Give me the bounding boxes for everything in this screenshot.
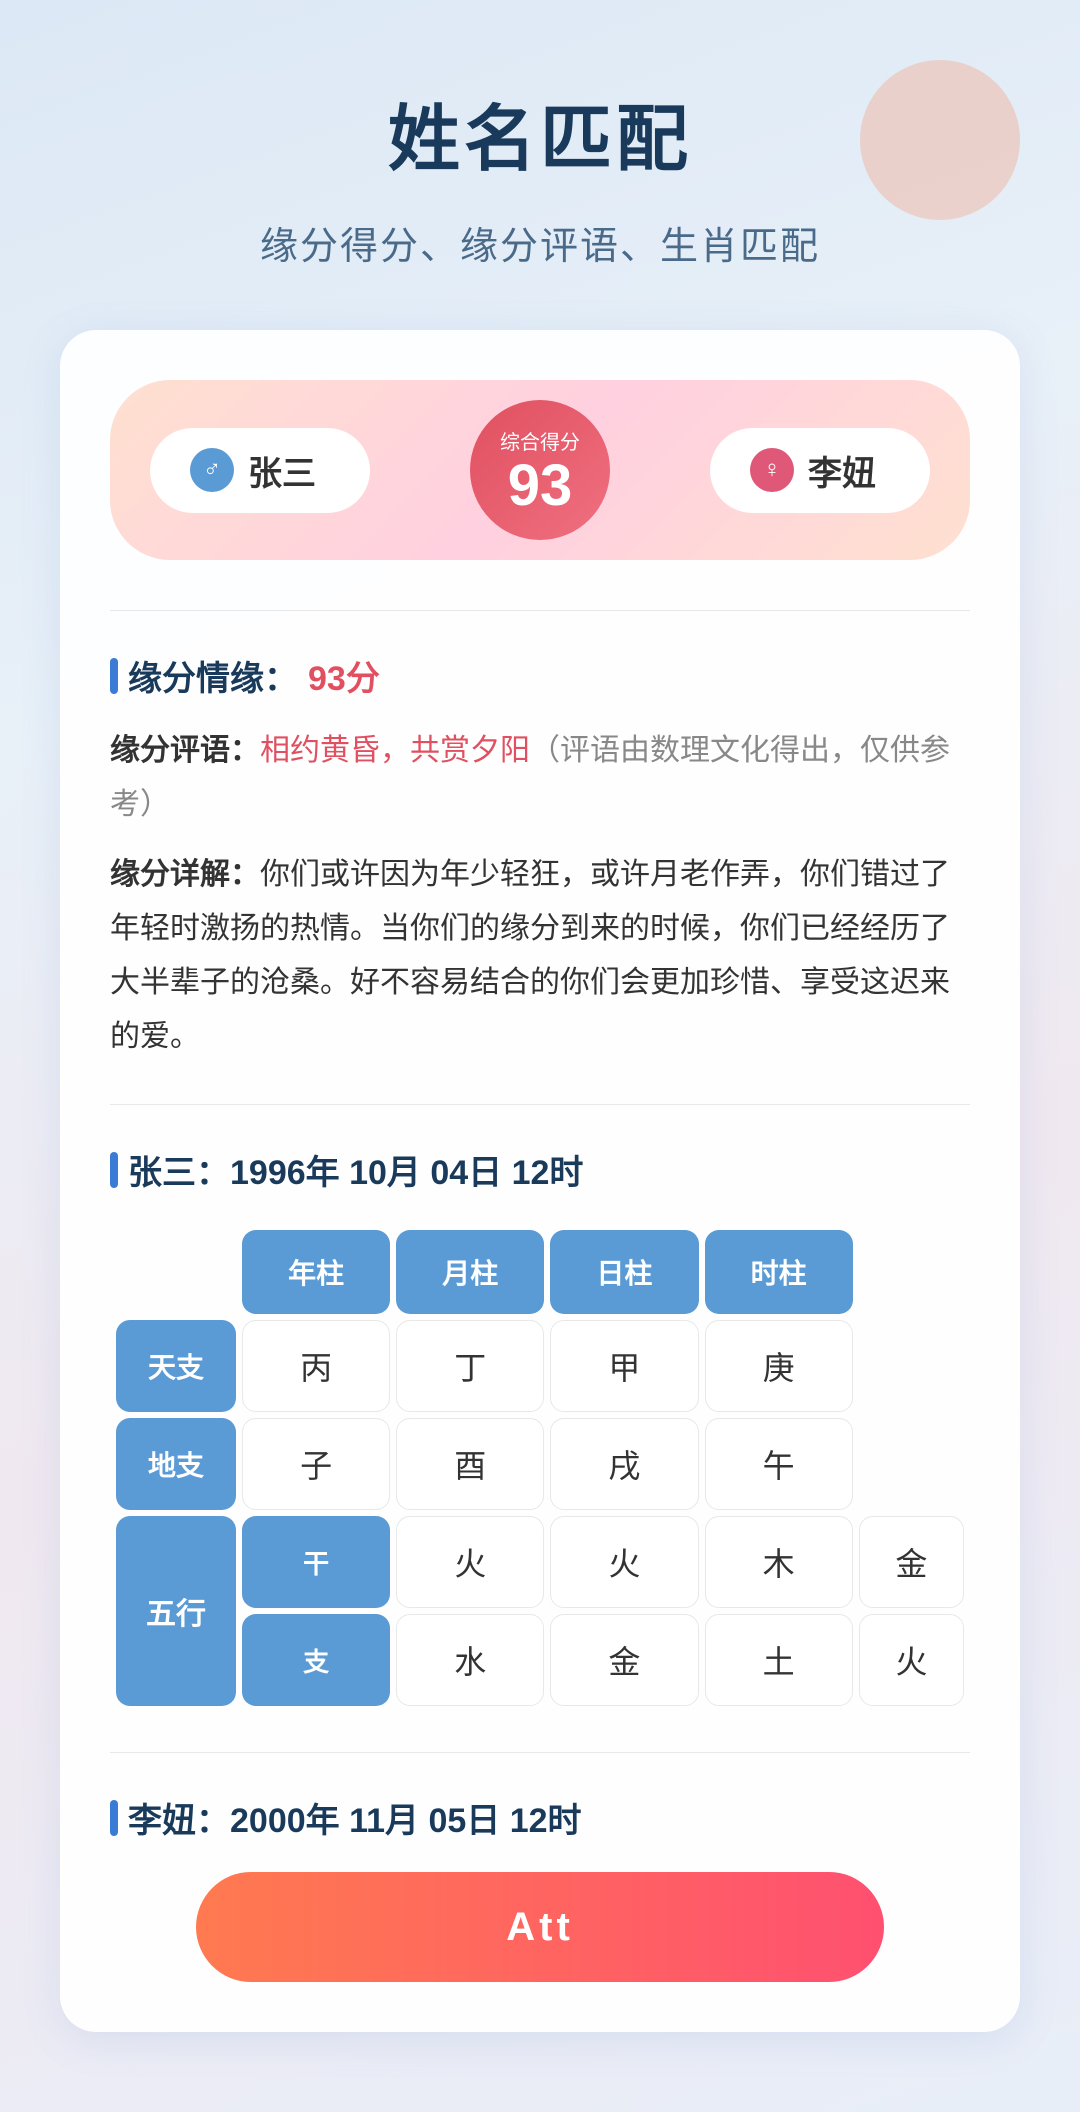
att-button[interactable]: Att	[196, 1872, 884, 1982]
col-header-yue: 月柱	[396, 1230, 544, 1314]
bazi-table-person1: 年柱 月柱 日柱 时柱 天支 丙 丁 甲 庚	[110, 1224, 970, 1712]
comment-label: 缘分评语：	[110, 734, 260, 767]
person2-bazi-title: 李妞：2000年 11月 05日 12时	[110, 1793, 970, 1842]
dizhi-yue: 酉	[396, 1418, 544, 1510]
title-bar-icon2	[110, 1152, 118, 1188]
score-label: 综合得分	[500, 426, 580, 455]
tianzhi-shi: 庚	[705, 1320, 853, 1412]
dizhi-shi: 午	[705, 1418, 853, 1510]
wuxing-zhi-yue: 金	[550, 1614, 698, 1706]
wuxing-gan-nian: 火	[396, 1516, 544, 1608]
wuxing-gan-row: 五行 干 火 火 木 金	[116, 1516, 964, 1608]
score-number: 93	[508, 457, 573, 515]
yuanfen-comment: 缘分评语：相约黄昏，共赏夕阳（评语由数理文化得出，仅供参考）	[110, 724, 970, 832]
col-header-nian: 年柱	[242, 1230, 390, 1314]
person1-bazi-title: 张三：1996年 10月 04日 12时	[110, 1145, 970, 1194]
wuxing-zhi-nian: 水	[396, 1614, 544, 1706]
person1-bazi-section: 张三：1996年 10月 04日 12时 年柱 月柱 日柱 时柱 天支	[110, 1145, 970, 1712]
page-subtitle: 缘分得分、缘分评语、生肖匹配	[60, 215, 1020, 270]
tianzhi-label: 天支	[116, 1320, 236, 1412]
score-circle: 综合得分 93	[470, 400, 610, 540]
wuxing-zhi-label: 支	[242, 1614, 390, 1706]
wuxing-gan-ri: 木	[705, 1516, 853, 1608]
yuanfen-detail: 缘分详解：你们或许因为年少轻狂，或许月老作弄，你们错过了年轻时激扬的热情。当你们…	[110, 848, 970, 1064]
col-header-shi: 时柱	[705, 1230, 853, 1314]
wuxing-label: 五行	[116, 1516, 236, 1706]
person1-bazi-label: 张三：1996年 10月 04日 12时	[128, 1145, 583, 1194]
person2-name: 李妞	[808, 446, 876, 495]
title-bar-icon	[110, 658, 118, 694]
score-banner: ♂ 张三 综合得分 93 ♀ 李妞	[110, 380, 970, 560]
comment-red-text: 相约黄昏，共赏夕阳	[260, 734, 530, 767]
person2-bazi-label: 李妞：2000年 11月 05日 12时	[128, 1793, 582, 1842]
female-icon: ♀	[750, 448, 794, 492]
person2-tag: ♀ 李妞	[710, 428, 930, 513]
main-card: ♂ 张三 综合得分 93 ♀ 李妞 缘分情缘：93分 缘分评语：相约黄昏，共赏夕…	[60, 330, 1020, 2032]
wuxing-gan-shi: 金	[859, 1516, 964, 1608]
tianzhi-ri: 甲	[550, 1320, 698, 1412]
male-icon: ♂	[190, 448, 234, 492]
yuanfen-score: 93分	[308, 651, 380, 700]
divider2	[110, 1752, 970, 1753]
dizhi-label: 地支	[116, 1418, 236, 1510]
divider1	[110, 1104, 970, 1105]
person1-name: 张三	[248, 446, 316, 495]
wuxing-zhi-ri: 土	[705, 1614, 853, 1706]
yuanfen-section: 缘分情缘：93分 缘分评语：相约黄昏，共赏夕阳（评语由数理文化得出，仅供参考） …	[110, 610, 970, 1064]
detail-label: 缘分详解：	[110, 858, 260, 891]
dizhi-nian: 子	[242, 1418, 390, 1510]
wuxing-gan-yue: 火	[550, 1516, 698, 1608]
dizhi-row: 地支 子 酉 戌 午	[116, 1418, 964, 1510]
tianzhi-yue: 丁	[396, 1320, 544, 1412]
wuxing-zhi-row: 支 水 金 土 火	[116, 1614, 964, 1706]
page-title: 姓名匹配	[60, 80, 1020, 185]
yuanfen-title: 缘分情缘：93分	[110, 651, 970, 700]
wuxing-gan-label: 干	[242, 1516, 390, 1608]
tianzhi-nian: 丙	[242, 1320, 390, 1412]
col-header-ri: 日柱	[550, 1230, 698, 1314]
yuanfen-title-label: 缘分情缘：	[128, 651, 298, 700]
tianzhi-row: 天支 丙 丁 甲 庚	[116, 1320, 964, 1412]
person1-tag: ♂ 张三	[150, 428, 370, 513]
dizhi-ri: 戌	[550, 1418, 698, 1510]
wuxing-zhi-shi: 火	[859, 1614, 964, 1706]
title-bar-icon3	[110, 1800, 118, 1836]
